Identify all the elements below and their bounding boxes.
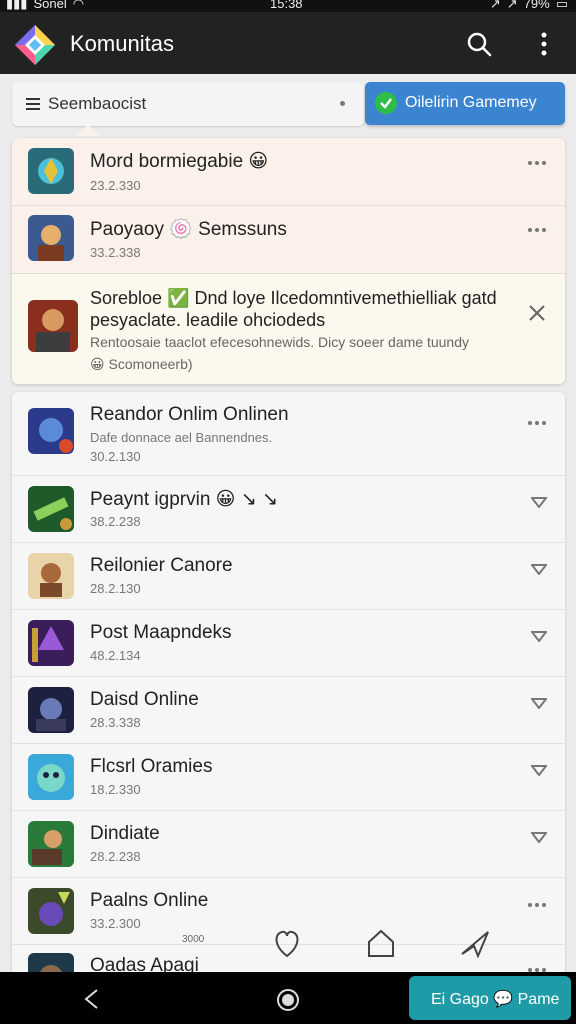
app-title: Komunitas: [70, 31, 174, 56]
chevron-down-icon[interactable]: [531, 764, 547, 776]
game-list: Reandor Onlim Onlinen Dafe donnace ael B…: [12, 392, 565, 992]
close-icon[interactable]: [528, 304, 546, 322]
list-item[interactable]: Peaynt igprvin 😀 ↘ ↘ 38.2.238: [12, 476, 565, 543]
item-title: Dindiate: [90, 823, 160, 844]
online-game-button[interactable]: Oilelirin Gamemey: [365, 82, 565, 125]
expanded-title-line2: pesyaclate. leadile ohciodeds: [90, 310, 326, 330]
game-thumbnail: [28, 486, 74, 532]
chevron-down-icon[interactable]: [531, 697, 547, 709]
item-date: 23.2.330: [90, 178, 141, 193]
list-item[interactable]: Daisd Online 28.3.338: [12, 677, 565, 744]
game-thumbnail: [28, 620, 74, 666]
home-button-icon[interactable]: [276, 988, 300, 1012]
item-subtitle: Dafe donnace ael Bannendnes.: [90, 430, 273, 445]
featured-card: Mord bormiegabie 😀 23.2.330 Paoyaoy 🍥 Se…: [12, 138, 565, 384]
dropdown-indicator-icon: [340, 101, 345, 106]
app-bar: Komunitas: [0, 12, 576, 74]
filter-label: Seembaocist: [48, 94, 147, 113]
game-thumbnail: [28, 687, 74, 733]
more-horiz-icon[interactable]: [527, 160, 547, 166]
item-date: 30.2.130: [90, 449, 141, 464]
item-title: Reilonier Canore: [90, 555, 233, 576]
location-icon: ↗: [489, 0, 501, 11]
data-icon: ↗: [506, 0, 518, 11]
home-icon[interactable]: [364, 926, 398, 960]
item-date: 33.2.338: [90, 245, 141, 260]
item-date: 28.2.238: [90, 849, 141, 864]
chevron-down-icon[interactable]: [531, 831, 547, 843]
heart-icon[interactable]: [270, 926, 304, 960]
item-date: 28.2.130: [90, 581, 141, 596]
chevron-down-icon[interactable]: [531, 563, 547, 575]
tab-label: 3000: [182, 934, 205, 945]
expanded-footnote: 😀 Scomoneerb): [90, 356, 193, 372]
item-date: 28.3.338: [90, 715, 141, 730]
more-horiz-icon[interactable]: [527, 420, 547, 426]
game-thumbnail: [28, 148, 74, 194]
battery-label: 79%: [523, 0, 550, 11]
expanded-title: Sorebloe ✅ Dnd loye Ilcedomntivemethiell…: [90, 288, 497, 308]
filter-dropdown[interactable]: Seembaocist: [12, 82, 364, 136]
item-title: Daisd Online: [90, 689, 199, 710]
bottom-tabs: 3000: [180, 926, 500, 966]
expanded-description: Rentoosaie taaclot efecesohnewids. Dicy …: [90, 334, 469, 350]
list-item[interactable]: Reilonier Canore 28.2.130: [12, 543, 565, 610]
more-vert-icon[interactable]: [534, 30, 554, 58]
chevron-down-icon[interactable]: [531, 496, 547, 508]
online-game-button-label: Oilelirin Gamemey: [405, 94, 537, 111]
list-item[interactable]: Flcsrl Oramies 18.2.330: [12, 744, 565, 811]
game-thumbnail: [28, 215, 74, 261]
status-bar: ▮▮▮ Sonel ◠ 15:38 ↗ ↗ 79% ▭: [0, 0, 576, 12]
expanded-item[interactable]: Sorebloe ✅ Dnd loye Ilcedomntivemethiell…: [12, 274, 565, 384]
item-title: Mord bormiegabie 😀: [90, 151, 269, 172]
item-date: 18.2.330: [90, 782, 141, 797]
list-icon: [26, 98, 40, 110]
list-item[interactable]: Dindiate 28.2.238: [12, 811, 565, 878]
app-logo-icon: [15, 25, 55, 65]
dropdown-notch: [76, 124, 100, 136]
item-date: 38.2.238: [90, 514, 141, 529]
item-title: Paoyaoy 🍥 Semssuns: [90, 219, 287, 240]
play-game-button-label: Ei Gago 💬 Pame: [431, 991, 560, 1008]
signal-icon: ▮▮▮: [6, 0, 28, 11]
item-date: 33.2.300: [90, 916, 141, 931]
item-title: Post Maapndeks: [90, 622, 232, 643]
game-thumbnail: [28, 300, 78, 352]
back-icon[interactable]: [82, 988, 100, 1010]
game-thumbnail: [28, 754, 74, 800]
wifi-icon: ◠: [72, 0, 85, 11]
more-horiz-icon[interactable]: [527, 227, 547, 233]
battery-icon: ▭: [555, 0, 568, 11]
more-horiz-icon[interactable]: [527, 902, 547, 908]
send-icon[interactable]: [458, 926, 492, 960]
list-item[interactable]: Reandor Onlim Onlinen Dafe donnace ael B…: [12, 392, 565, 476]
game-thumbnail: [28, 821, 74, 867]
item-title: Flcsrl Oramies: [90, 756, 213, 777]
item-title: Reandor Onlim Onlinen: [90, 404, 289, 425]
clock: 15:38: [270, 0, 303, 11]
list-item[interactable]: Post Maapndeks 48.2.134: [12, 610, 565, 677]
list-item[interactable]: Mord bormiegabie 😀 23.2.330: [12, 138, 565, 206]
list-item[interactable]: Paoyaoy 🍥 Semssuns 33.2.338: [12, 206, 565, 274]
check-circle-icon: [375, 92, 397, 114]
game-thumbnail: [28, 888, 74, 934]
chevron-down-icon[interactable]: [531, 630, 547, 642]
item-title: Paalns Online: [90, 890, 209, 911]
search-icon[interactable]: [466, 31, 492, 57]
game-thumbnail: [28, 408, 74, 454]
carrier-label: Sonel: [33, 0, 67, 11]
play-game-button[interactable]: Ei Gago 💬 Pame: [409, 976, 571, 1020]
item-date: 48.2.134: [90, 648, 141, 663]
game-thumbnail: [28, 553, 74, 599]
item-title: Peaynt igprvin 😀 ↘ ↘: [90, 489, 278, 510]
